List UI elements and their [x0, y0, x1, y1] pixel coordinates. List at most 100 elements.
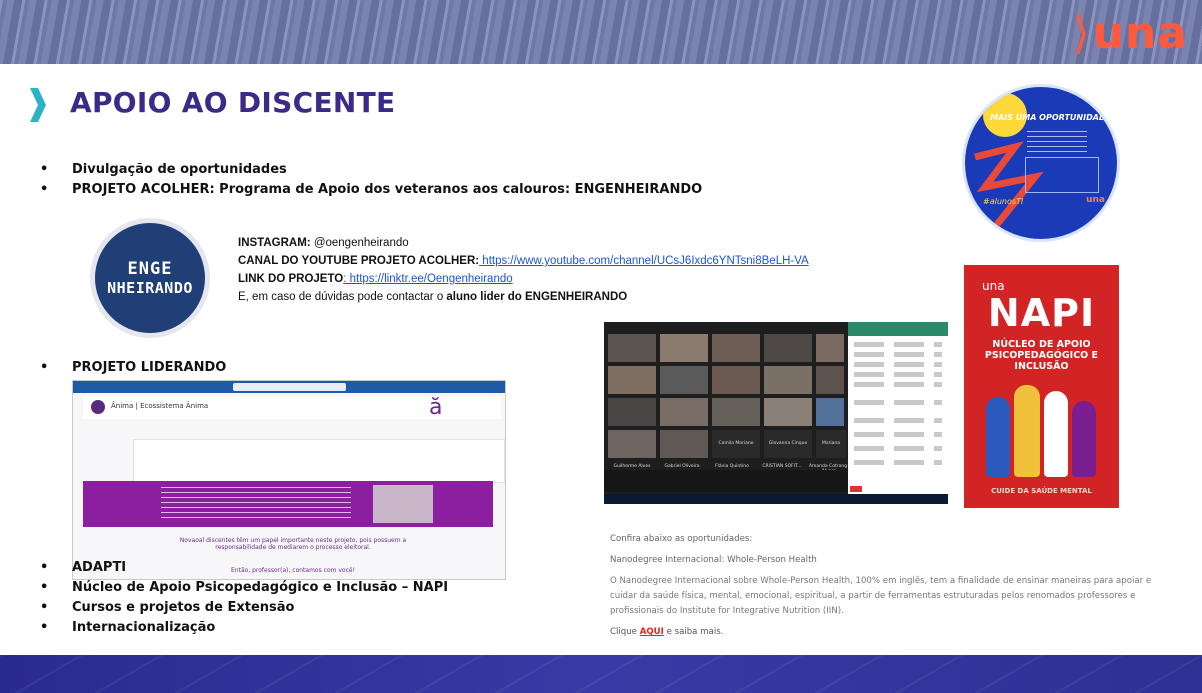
panel-row [854, 342, 942, 347]
cta-suffix: e saiba mais. [663, 627, 724, 637]
video-tile [660, 398, 708, 426]
bullet-item: Núcleo de Apoio Psicopedagógico e Inclus… [40, 578, 448, 598]
youtube-line: CANAL DO YOUTUBE PROJETO ACOLHER: https:… [238, 252, 809, 270]
anima-logo: ă [429, 395, 443, 420]
bullet-item: PROJETO ACOLHER: Programa de Apoio dos v… [40, 180, 702, 200]
logo-line1: ENGE [127, 259, 173, 279]
video-tile [608, 430, 656, 458]
opportunity-poster: MAIS UMA OPORTUNIDADE #alunosTI una [962, 84, 1120, 242]
meeting-screenshot: Camila Mariano Giovanna Cinque Mariana A… [604, 322, 948, 504]
contact-prefix: E, em caso de dúvidas pode contactar o [238, 291, 447, 303]
post-card [133, 439, 505, 483]
chevron-right-icon [30, 88, 46, 122]
video-tile [712, 398, 760, 426]
panel-row [854, 460, 942, 465]
opportunities-subheading: Nanodegree Internacional: Whole-Person H… [610, 555, 817, 565]
bullet-item: PROJETO LIDERANDO [40, 358, 226, 378]
contact-bold: aluno lider do ENGENHEIRANDO [446, 291, 628, 303]
opportunities-body: O Nanodegree Internacional sobre Whole-P… [610, 576, 1152, 616]
bullet-item: ADAPTI [40, 558, 448, 578]
panel-row [854, 352, 942, 357]
org-name: Ânima | Ecossistema Ânima [111, 402, 209, 410]
napi-title: NAPI [987, 291, 1096, 335]
bullet-item: Internacionalização [40, 618, 448, 638]
instagram-label: INSTAGRAM: [238, 237, 311, 249]
panel-header [848, 322, 948, 336]
youtube-label: CANAL DO YOUTUBE PROJETO ACOLHER: [238, 255, 480, 267]
participant-name: Flávia Quintino [715, 464, 749, 469]
bullet-list-top: Divulgação de oportunidades PROJETO ACOL… [40, 160, 702, 200]
post-text: Novaoal discentes têm um papel important… [179, 537, 407, 551]
napi-footer: CUIDE DA SAÚDE MENTAL [991, 487, 1092, 495]
project-link[interactable]: : https://linktr.ee/Oengenheirando [343, 273, 512, 285]
video-tile [712, 334, 760, 362]
contact-line: E, em caso de dúvidas pode contactar o a… [238, 288, 809, 306]
banner-photo [373, 485, 433, 523]
video-tile [712, 366, 760, 394]
illustration-person [1044, 391, 1068, 477]
bottom-banner [0, 655, 1202, 693]
napi-poster: una NAPI NÚCLEO DE APOIO PSICOPEDAGÓGICO… [964, 265, 1119, 508]
bullet-item: Divulgação de oportunidades [40, 160, 702, 180]
cta-prefix: Clique [610, 627, 640, 637]
banner-text [161, 487, 351, 521]
search-input [233, 383, 346, 391]
napi-subtitle: NÚCLEO DE APOIO PSICOPEDAGÓGICO E INCLUS… [984, 339, 1099, 372]
participant-name: Guilherme Alves [613, 464, 651, 469]
panel-row [854, 382, 942, 387]
participant-name: Gabriel Oliveira [664, 464, 700, 469]
panel-row [854, 418, 942, 423]
poster-box [1025, 157, 1099, 193]
illustration-person [1014, 385, 1040, 477]
engenheirando-logo: ENGE NHEIRANDO [90, 218, 210, 338]
illustration-person [986, 397, 1010, 477]
video-tile [608, 334, 656, 362]
participant-name: Giovanna Cinque [764, 430, 812, 458]
panel-row [854, 432, 942, 437]
instagram-line: INSTAGRAM: @oengenheirando [238, 234, 809, 252]
opportunities-section: Confira abaixo as oportunidades: Nanodeg… [610, 532, 1170, 640]
project-link-line: LINK DO PROJETO: https://linktr.ee/Oenge… [238, 270, 809, 288]
liderando-screenshot: Ânima | Ecossistema Ânima ă Novaoal disc… [72, 380, 506, 580]
logo-line2: NHEIRANDO [107, 279, 193, 297]
bullet-list-bottom: ADAPTI Núcleo de Apoio Psicopedagógico e… [40, 558, 448, 638]
poster-text [1027, 131, 1087, 153]
cta-link[interactable]: AQUI [640, 627, 664, 637]
youtube-link[interactable]: https://www.youtube.com/channel/UCsJ6Ixd… [479, 255, 808, 267]
avatar [91, 400, 105, 414]
opportunities-cta: Clique AQUI e saiba mais. [610, 625, 1170, 640]
illustration-person [1072, 401, 1096, 477]
video-tile [816, 398, 844, 426]
video-tile [660, 334, 708, 362]
purple-banner [83, 481, 493, 527]
panel-row [854, 446, 942, 451]
participants-panel [848, 322, 948, 504]
video-tile [660, 430, 708, 458]
poster-una: una [1086, 195, 1105, 205]
video-tile [608, 398, 656, 426]
call-toolbar: Guilherme Alves Gabriel Oliveira Flávia … [604, 464, 848, 492]
page-title: APOIO AO DISCENTE [70, 86, 396, 119]
bullet-item: Cursos e projetos de Extensão [40, 598, 448, 618]
poster-title: MAIS UMA OPORTUNIDADE [990, 113, 1111, 122]
leave-call-button [850, 486, 862, 492]
project-link-label: LINK DO PROJETO [238, 273, 344, 285]
panel-row [854, 400, 942, 405]
participant-name: Camila Mariano [712, 430, 760, 458]
video-tile [764, 398, 812, 426]
participant-name: CRISTIAN SOFIT... [762, 464, 802, 469]
video-tile [764, 334, 812, 362]
una-logo: ⟩una [1072, 8, 1188, 59]
video-tile [608, 366, 656, 394]
video-tile [816, 366, 844, 394]
taskbar [604, 494, 948, 504]
participant-name: Mariana Alvare... [816, 430, 846, 474]
top-banner: ⟩una [0, 0, 1202, 64]
video-tile [660, 366, 708, 394]
participant-name: Amanda Cotrang [808, 464, 848, 469]
instagram-handle: @oengenheirando [310, 237, 409, 249]
opportunities-heading: Confira abaixo as oportunidades: [610, 534, 753, 544]
bullet-list-liderando: PROJETO LIDERANDO [40, 358, 226, 378]
panel-row [854, 372, 942, 377]
poster-hashtag: #alunosTI [983, 197, 1024, 206]
